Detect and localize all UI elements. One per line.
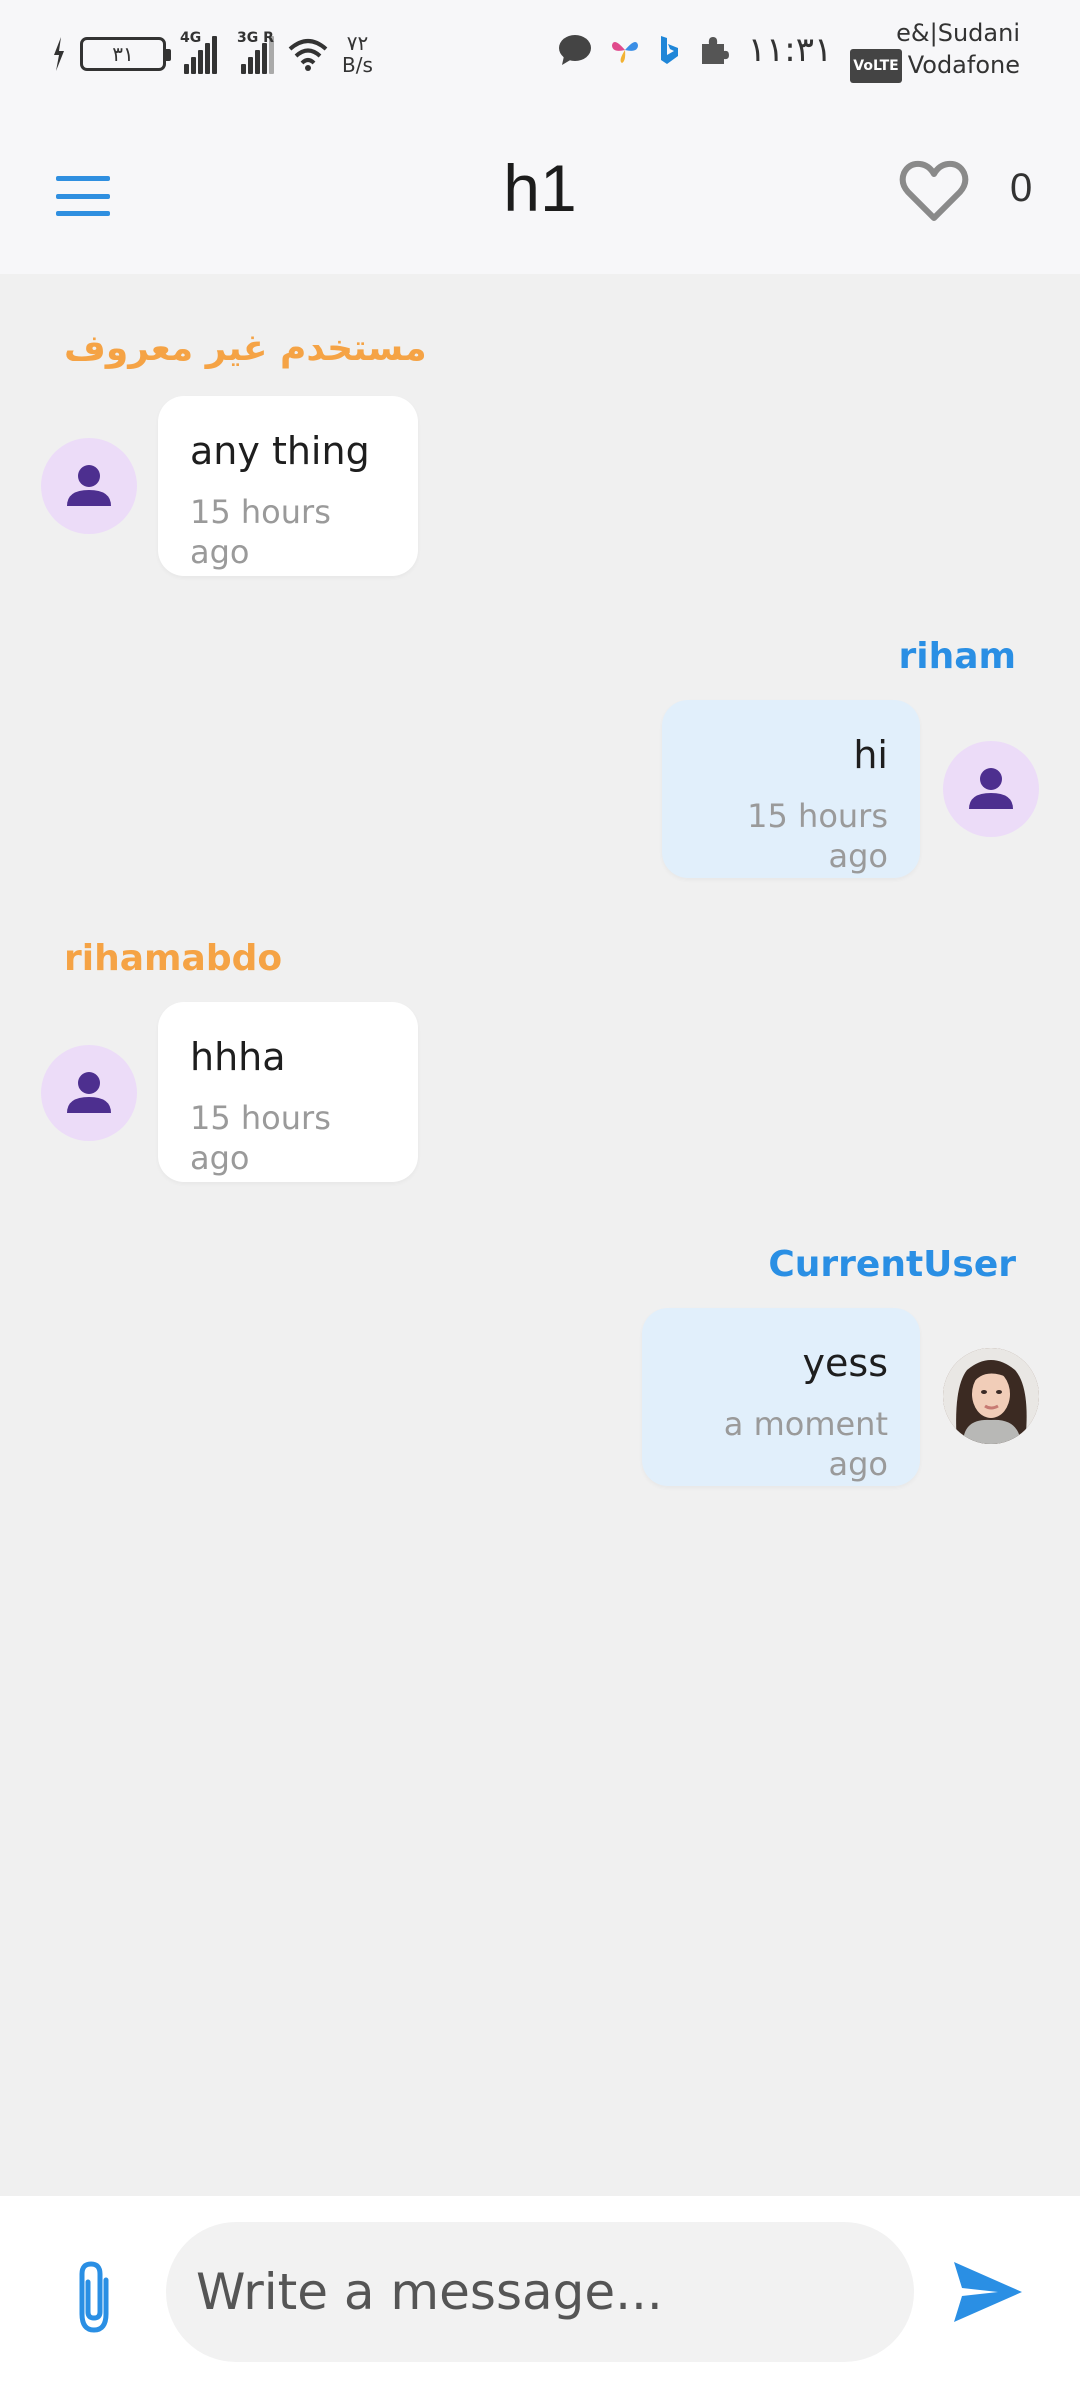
speed-value: ٧٢ — [346, 31, 369, 55]
clock: ١١:٣١ — [747, 30, 833, 70]
chat-bubble-icon — [558, 35, 591, 65]
status-bar-right: ١١:٣١ e&|Sudani VoLTE Vodafone — [558, 17, 1020, 83]
message-text: yess — [802, 1341, 888, 1385]
volte-badge: VoLTE — [850, 49, 902, 83]
carrier-info: e&|Sudani VoLTE Vodafone — [850, 17, 1020, 83]
message-text: hi — [853, 733, 888, 777]
message-bubble[interactable]: hhha 15 hours ago — [158, 1002, 418, 1182]
signal-3g-icon: 3G R — [237, 30, 274, 74]
message-list[interactable]: مستخدم غير معروف any thing 15 hours ago … — [0, 274, 1080, 2196]
message-bubble[interactable]: hi 15 hours ago — [662, 700, 920, 878]
butterfly-icon — [611, 41, 638, 63]
app-bar: h1 0 — [0, 116, 1080, 274]
message-text: hhha — [190, 1035, 286, 1079]
battery-level: ٣١ — [112, 42, 134, 66]
message-time: 15 hours ago — [190, 1099, 331, 1177]
carrier-1: e&|Sudani — [896, 19, 1020, 47]
battery-icon: ٣١ — [80, 37, 171, 71]
user-photo-avatar[interactable] — [943, 1348, 1039, 1444]
person-icon — [67, 465, 111, 506]
status-bar-left: ٣١ 4G 3G R ٧٢ B/s — [52, 28, 373, 80]
message-sender: rihamabdo — [64, 938, 283, 979]
heart-outline-icon[interactable] — [898, 156, 970, 228]
bing-icon — [660, 36, 678, 64]
person-icon — [969, 768, 1013, 809]
message-sender: مستخدم غير معروف — [64, 328, 427, 369]
avatar[interactable] — [41, 1045, 137, 1141]
status-bar: ٣١ 4G 3G R ٧٢ B/s ١١:٣١ e&|Sudani VoLTE … — [0, 0, 1080, 116]
avatar[interactable] — [943, 741, 1039, 837]
wifi-icon — [288, 39, 328, 71]
send-icon[interactable] — [948, 2252, 1028, 2332]
message-bubble[interactable]: yess a moment ago — [642, 1308, 920, 1486]
signal-4g-icon: 4G — [180, 30, 217, 74]
network-speed: ٧٢ B/s — [342, 32, 373, 76]
network-type-label: 4G — [180, 30, 202, 46]
carrier-2: Vodafone — [907, 51, 1020, 79]
extension-icon — [701, 37, 729, 64]
message-text: any thing — [190, 429, 370, 473]
carrier-2-line: VoLTE Vodafone — [850, 49, 1020, 83]
network-type-label: 3G R — [237, 30, 274, 46]
message-time: 15 hours ago — [747, 797, 888, 875]
profile-photo-icon — [943, 1348, 1039, 1444]
person-icon — [67, 1072, 111, 1113]
message-input[interactable] — [166, 2222, 914, 2362]
message-time: 15 hours ago — [190, 493, 331, 571]
avatar[interactable] — [41, 438, 137, 534]
message-time: a moment ago — [723, 1405, 888, 1483]
message-sender: riham — [898, 636, 1016, 677]
charging-icon — [54, 37, 64, 71]
message-bubble[interactable]: any thing 15 hours ago — [158, 396, 418, 576]
speed-unit: B/s — [342, 53, 373, 77]
like-count: 0 — [1010, 166, 1033, 210]
message-composer — [0, 2196, 1080, 2388]
message-sender: CurrentUser — [768, 1244, 1016, 1285]
paperclip-icon[interactable] — [60, 2256, 130, 2336]
